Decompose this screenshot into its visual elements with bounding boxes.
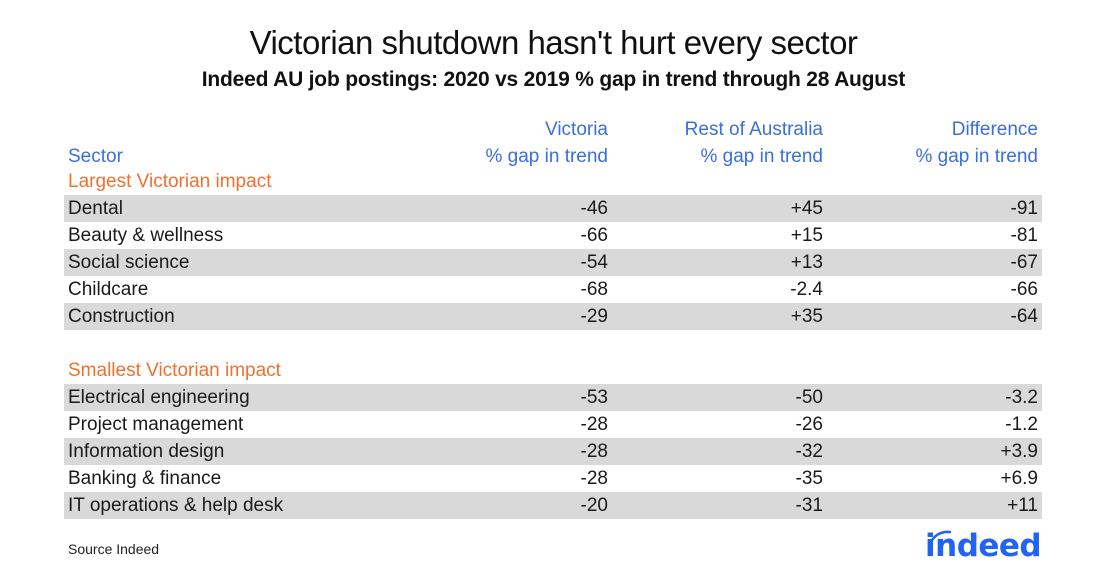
table-row: Information design -28 -32 +3.9 <box>64 438 1042 465</box>
sector-cell: Construction <box>68 306 175 327</box>
table-body: Largest Victorian impact Dental -46 +45 -91 B… <box>64 168 1042 519</box>
header-difference-line1: Difference <box>951 119 1038 140</box>
header-victoria-line1: Victoria <box>544 119 608 140</box>
difference-cell: +6.9 <box>1000 468 1038 489</box>
table-row: Social science -54 +13 -67 <box>64 249 1042 276</box>
header-rest: Rest of Australia % gap in trend <box>685 116 823 170</box>
chart-title: Victorian shutdown hasn't hurt every sec… <box>249 24 858 61</box>
header-sector: Sector <box>68 146 123 167</box>
victoria-cell: -28 <box>580 414 608 435</box>
victoria-cell: -20 <box>580 495 608 516</box>
sector-cell: Project management <box>68 414 244 435</box>
difference-cell: -66 <box>1010 279 1038 300</box>
table-header: Sector Victoria % gap in trend Rest of A… <box>64 116 1042 168</box>
group-label: Largest Victorian impact <box>68 171 272 192</box>
group-label: Smallest Victorian impact <box>68 360 281 381</box>
header-difference: Difference % gap in trend <box>915 116 1038 170</box>
sector-cell: Banking & finance <box>68 468 222 489</box>
sector-cell: Dental <box>68 198 123 219</box>
table-row: Electrical engineering -53 -50 -3.2 <box>64 384 1042 411</box>
sector-cell: Beauty & wellness <box>68 225 224 246</box>
rest-cell: -32 <box>795 441 823 462</box>
difference-cell: +11 <box>1007 495 1038 516</box>
rest-cell: +45 <box>790 198 823 219</box>
header-victoria-line2: % gap in trend <box>485 146 608 167</box>
source-note: Source Indeed <box>68 541 160 557</box>
victoria-cell: -46 <box>580 198 608 219</box>
victoria-cell: -68 <box>580 279 608 300</box>
victoria-cell: -29 <box>580 306 608 327</box>
rest-cell: -2.4 <box>790 279 823 300</box>
data-table: Sector Victoria % gap in trend Rest of A… <box>64 116 1042 519</box>
rest-cell: +13 <box>790 252 823 273</box>
sector-cell: IT operations & help desk <box>68 495 284 516</box>
sector-cell: Information design <box>68 441 225 462</box>
table-row: Beauty & wellness -66 +15 -81 <box>64 222 1042 249</box>
table-row: Project management -28 -26 -1.2 <box>64 411 1042 438</box>
sector-cell: Electrical engineering <box>68 387 250 408</box>
difference-cell: -3.2 <box>1005 387 1038 408</box>
difference-cell: -1.2 <box>1005 414 1038 435</box>
rest-cell: +15 <box>790 225 823 246</box>
table-row: Construction -29 +35 -64 <box>64 303 1042 330</box>
header-rest-line2: % gap in trend <box>700 146 823 167</box>
difference-cell: -64 <box>1010 306 1038 327</box>
rest-cell: +35 <box>790 306 823 327</box>
rest-cell: -50 <box>795 387 823 408</box>
indeed-logo: indeed <box>925 528 1042 564</box>
victoria-cell: -53 <box>580 387 608 408</box>
difference-cell: +3.9 <box>1000 441 1038 462</box>
table-row: IT operations & help desk -20 -31 +11 <box>64 492 1042 519</box>
table-row: Dental -46 +45 -91 <box>64 195 1042 222</box>
table-row: Banking & finance -28 -35 +6.9 <box>64 465 1042 492</box>
difference-cell: -67 <box>1010 252 1038 273</box>
sector-cell: Childcare <box>68 279 149 300</box>
header-victoria: Victoria % gap in trend <box>485 116 608 170</box>
header-rest-line1: Rest of Australia <box>684 119 823 140</box>
rest-cell: -26 <box>795 414 823 435</box>
sector-cell: Social science <box>68 252 190 273</box>
rest-cell: -31 <box>795 495 823 516</box>
victoria-cell: -28 <box>580 441 608 462</box>
victoria-cell: -28 <box>580 468 608 489</box>
victoria-cell: -66 <box>580 225 608 246</box>
header-difference-line2: % gap in trend <box>915 146 1038 167</box>
chart-subtitle: Indeed AU job postings: 2020 vs 2019 % g… <box>201 68 906 91</box>
table-row: Childcare -68 -2.4 -66 <box>64 276 1042 303</box>
difference-cell: -91 <box>1010 198 1038 219</box>
difference-cell: -81 <box>1010 225 1038 246</box>
victoria-cell: -54 <box>580 252 608 273</box>
rest-cell: -35 <box>795 468 823 489</box>
